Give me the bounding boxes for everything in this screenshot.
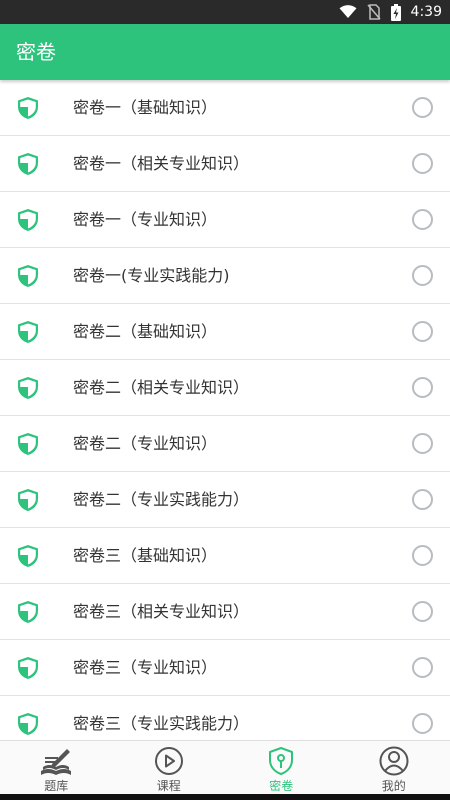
list-item-label: 密卷一（基础知识）: [73, 98, 218, 117]
shield-icon: [18, 489, 38, 511]
radio-button[interactable]: [412, 713, 433, 734]
user-icon: [379, 746, 409, 776]
radio-button[interactable]: [412, 657, 433, 678]
shield-icon: [18, 433, 38, 455]
list-item-label: 密卷一（相关专业知识）: [73, 154, 250, 173]
no-sim-icon: [366, 4, 381, 20]
status-bar: 4:39: [0, 0, 450, 24]
tab-label: 课程: [156, 779, 181, 793]
shield-icon: [18, 321, 38, 343]
shield-icon: [18, 377, 38, 399]
list-item-label: 密卷一(专业实践能力): [73, 266, 230, 285]
radio-button[interactable]: [412, 265, 433, 286]
list-item-label: 密卷二（相关专业知识）: [73, 378, 250, 397]
list-item[interactable]: 密卷二（基础知识）: [0, 304, 450, 360]
tab-question-bank[interactable]: 题库: [0, 741, 113, 795]
list-item-label: 密卷三（专业实践能力）: [73, 714, 250, 733]
shield-icon: [18, 657, 38, 679]
play-circle-icon: [154, 747, 183, 775]
shield-icon: [18, 97, 38, 119]
battery-charging-icon: [390, 3, 401, 21]
shield-icon: [18, 153, 38, 175]
tab-secret-papers[interactable]: 密卷: [225, 741, 338, 795]
tab-courses[interactable]: 课程: [113, 741, 226, 795]
exam-paper-list: 密卷一（基础知识） 密卷一（相关专业知识） 密卷一（专业知识） 密卷一(专业实践…: [0, 80, 450, 740]
list-item-label: 密卷二（专业知识）: [73, 434, 218, 453]
page-title: 密卷: [16, 40, 56, 64]
shield-icon: [18, 713, 38, 735]
list-item-label: 密卷二（专业实践能力）: [73, 490, 250, 509]
radio-button[interactable]: [412, 545, 433, 566]
tab-label: 我的: [381, 779, 406, 793]
list-item[interactable]: 密卷一（专业知识）: [0, 192, 450, 248]
list-item[interactable]: 密卷一（基础知识）: [0, 80, 450, 136]
list-item-label: 密卷一（专业知识）: [73, 210, 218, 229]
radio-button[interactable]: [412, 601, 433, 622]
list-item[interactable]: 密卷一（相关专业知识）: [0, 136, 450, 192]
radio-button[interactable]: [412, 97, 433, 118]
shield-key-icon: [269, 747, 294, 775]
app-bar: 密卷: [0, 24, 450, 80]
status-icons: 4:39: [339, 0, 442, 24]
list-item[interactable]: 密卷二（专业实践能力）: [0, 472, 450, 528]
radio-button[interactable]: [412, 489, 433, 510]
list-item[interactable]: 密卷三（专业实践能力）: [0, 696, 450, 740]
bottom-nav: 题库 课程 密卷 我的: [0, 740, 450, 795]
list-item-label: 密卷三（专业知识）: [73, 658, 218, 677]
tab-label: 题库: [44, 779, 69, 793]
list-item[interactable]: 密卷三（专业知识）: [0, 640, 450, 696]
radio-button[interactable]: [412, 433, 433, 454]
list-item[interactable]: 密卷三（基础知识）: [0, 528, 450, 584]
list-item-label: 密卷三（相关专业知识）: [73, 602, 250, 621]
question-bank-icon: [41, 749, 72, 775]
status-time: 4:39: [410, 4, 442, 20]
wifi-icon: [339, 5, 357, 18]
system-nav-strip: [0, 794, 450, 800]
list-item[interactable]: 密卷二（相关专业知识）: [0, 360, 450, 416]
radio-button[interactable]: [412, 153, 433, 174]
radio-button[interactable]: [412, 377, 433, 398]
list-item[interactable]: 密卷二（专业知识）: [0, 416, 450, 472]
radio-button[interactable]: [412, 321, 433, 342]
radio-button[interactable]: [412, 209, 433, 230]
shield-icon: [18, 265, 38, 287]
tab-mine[interactable]: 我的: [338, 741, 450, 795]
shield-icon: [18, 209, 38, 231]
tab-label: 密卷: [269, 779, 294, 793]
shield-icon: [18, 601, 38, 623]
shield-icon: [18, 545, 38, 567]
list-item[interactable]: 密卷三（相关专业知识）: [0, 584, 450, 640]
list-item[interactable]: 密卷一(专业实践能力): [0, 248, 450, 304]
list-item-label: 密卷二（基础知识）: [73, 322, 218, 341]
list-item-label: 密卷三（基础知识）: [73, 546, 218, 565]
